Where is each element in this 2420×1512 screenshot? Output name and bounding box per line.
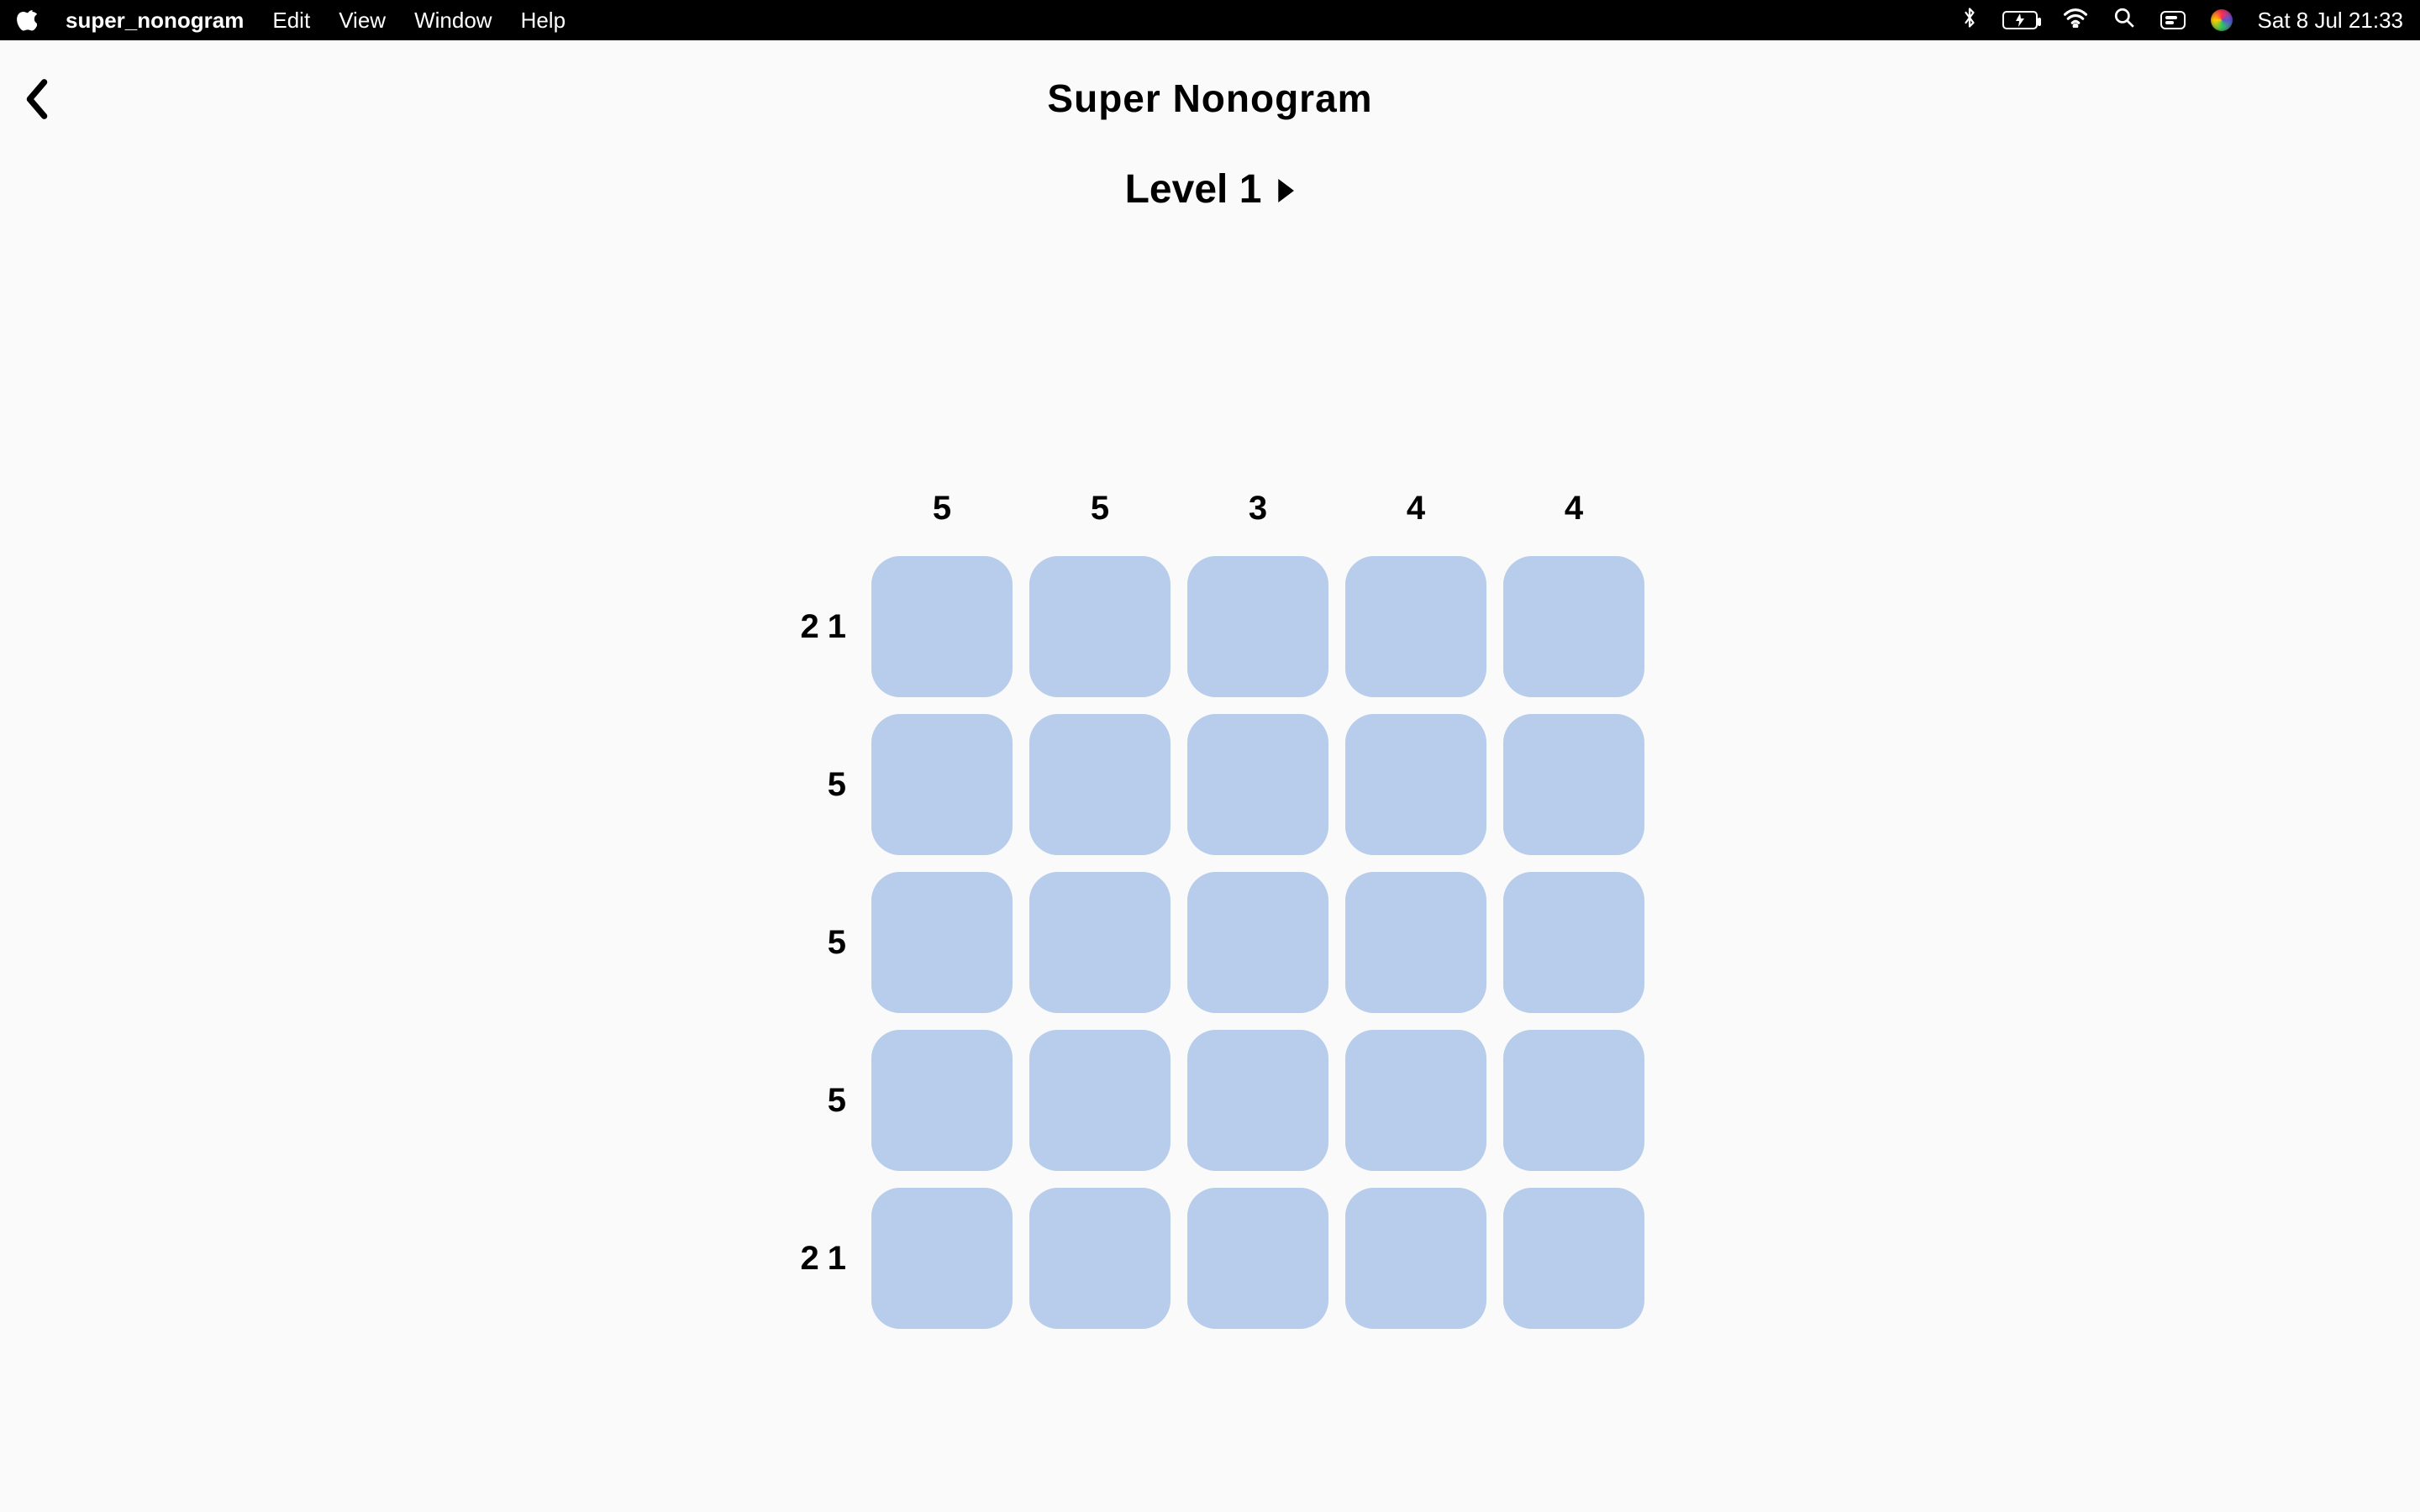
col-hint-1: 5 — [1023, 470, 1177, 546]
cell-1-1[interactable] — [1029, 714, 1171, 855]
cell-2-2[interactable] — [1187, 872, 1328, 1013]
cell-1-3[interactable] — [1345, 714, 1486, 855]
cell-4-2[interactable] — [1187, 1188, 1328, 1329]
menubar-item-window[interactable]: Window — [414, 8, 492, 34]
next-level-button[interactable] — [1276, 166, 1295, 213]
cell-2-0[interactable] — [871, 872, 1013, 1013]
cell-1-0[interactable] — [871, 714, 1013, 855]
battery-icon[interactable] — [2002, 11, 2038, 29]
row-hint-4: 21 — [786, 1181, 861, 1336]
cell-3-1[interactable] — [1029, 1030, 1171, 1171]
row-hint-2: 5 — [786, 865, 861, 1020]
nonogram-board: 5 5 3 4 4 21 5 5 5 21 — [786, 470, 1651, 1336]
row-hint-1: 5 — [786, 707, 861, 862]
back-button[interactable] — [20, 77, 54, 121]
cell-4-1[interactable] — [1029, 1188, 1171, 1329]
search-icon[interactable] — [2113, 7, 2135, 34]
col-hint-2: 3 — [1181, 470, 1335, 546]
cell-0-3[interactable] — [1345, 556, 1486, 697]
menubar-item-view[interactable]: View — [339, 8, 386, 34]
cell-4-3[interactable] — [1345, 1188, 1486, 1329]
board-corner — [786, 470, 861, 546]
cell-0-1[interactable] — [1029, 556, 1171, 697]
menubar-item-edit[interactable]: Edit — [272, 8, 310, 34]
cell-3-3[interactable] — [1345, 1030, 1486, 1171]
cell-1-2[interactable] — [1187, 714, 1328, 855]
cell-2-4[interactable] — [1503, 872, 1644, 1013]
cell-0-2[interactable] — [1187, 556, 1328, 697]
menubar-item-help[interactable]: Help — [521, 8, 566, 34]
page-title: Super Nonogram — [1047, 76, 1372, 121]
menubar-app-name[interactable]: super_nonogram — [66, 8, 244, 34]
col-hint-4: 4 — [1497, 470, 1651, 546]
cell-4-0[interactable] — [871, 1188, 1013, 1329]
apple-icon[interactable] — [17, 9, 37, 31]
bluetooth-icon[interactable] — [1962, 6, 1977, 35]
cell-3-0[interactable] — [871, 1030, 1013, 1171]
siri-icon[interactable] — [2211, 9, 2233, 31]
cell-0-0[interactable] — [871, 556, 1013, 697]
menubar-clock[interactable]: Sat 8 Jul 21:33 — [2258, 8, 2403, 34]
cell-3-4[interactable] — [1503, 1030, 1644, 1171]
cell-4-4[interactable] — [1503, 1188, 1644, 1329]
col-hint-0: 5 — [865, 470, 1019, 546]
level-label: Level 1 — [1125, 166, 1262, 213]
cell-3-2[interactable] — [1187, 1030, 1328, 1171]
cell-0-4[interactable] — [1503, 556, 1644, 697]
row-hint-3: 5 — [786, 1023, 861, 1178]
col-hint-3: 4 — [1339, 470, 1493, 546]
control-center-icon[interactable] — [2160, 11, 2186, 29]
cell-2-1[interactable] — [1029, 872, 1171, 1013]
cell-1-4[interactable] — [1503, 714, 1644, 855]
row-hint-0: 21 — [786, 549, 861, 704]
cell-2-3[interactable] — [1345, 872, 1486, 1013]
macos-menubar: super_nonogram Edit View Window Help Sat… — [0, 0, 2420, 40]
wifi-icon[interactable] — [2063, 8, 2088, 34]
